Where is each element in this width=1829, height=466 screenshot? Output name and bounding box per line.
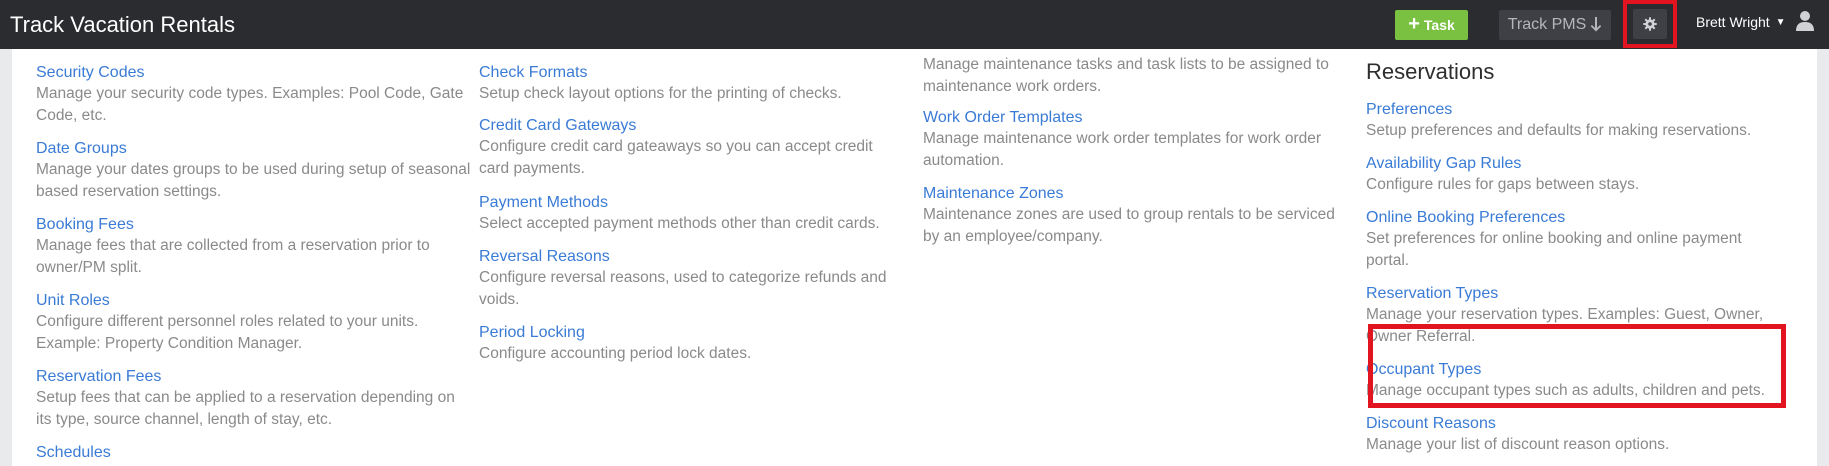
settings-highlight[interactable] [1623,0,1677,48]
plus-icon: + [1408,13,1420,35]
check-formats-link[interactable]: Check Formats [479,64,899,82]
top-navbar: Track Vacation Rentals + Task Track PMS [0,0,1829,49]
credit-card-gateways-desc: Configure credit card gateaways so you c… [479,138,873,177]
settings-item: Date Groups Manage your dates groups to … [36,140,476,203]
settings-button[interactable] [1633,9,1667,39]
maintenance-zones-link[interactable]: Maintenance Zones [923,185,1343,203]
unit-roles-desc: Configure different personnel roles rela… [36,313,419,352]
settings-item: Reversal Reasons Configure reversal reas… [479,248,899,311]
online-booking-preferences-desc: Set preferences for online booking and o… [1366,230,1742,269]
settings-item: Manage maintenance tasks and task lists … [923,53,1343,98]
security-codes-link[interactable]: Security Codes [36,64,476,82]
settings-item: Period Locking Configure accounting peri… [479,324,899,365]
settings-item: Reservation Fees Setup fees that can be … [36,368,466,431]
settings-item: Payment Methods Select accepted payment … [479,194,899,235]
settings-item: Online Booking Preferences Set preferenc… [1366,209,1776,272]
settings-panel: Security Codes Manage your security code… [12,49,1817,466]
availability-gap-rules-link[interactable]: Availability Gap Rules [1366,155,1786,173]
add-task-button[interactable]: + Task [1395,10,1468,40]
settings-item: Discount Reasons Manage your list of dis… [1366,415,1786,456]
settings-item: Booking Fees Manage fees that are collec… [36,216,456,279]
payment-methods-link[interactable]: Payment Methods [479,194,899,212]
user-menu[interactable]: Brett Wright ▼ [1696,14,1786,30]
maintenance-zones-desc: Maintenance zones are used to group rent… [923,206,1335,245]
work-order-templates-desc: Manage maintenance work order templates … [923,130,1322,169]
track-pms-button[interactable]: Track PMS [1499,10,1611,40]
period-locking-desc: Configure accounting period lock dates. [479,345,752,362]
settings-item: Availability Gap Rules Configure rules f… [1366,155,1786,196]
date-groups-desc: Manage your dates groups to be used duri… [36,161,471,200]
reservation-fees-desc: Setup fees that can be applied to a rese… [36,389,455,428]
date-groups-link[interactable]: Date Groups [36,140,476,158]
gear-icon [1643,17,1657,31]
caret-down-icon: ▼ [1775,16,1786,28]
period-locking-link[interactable]: Period Locking [479,324,899,342]
preferences-link[interactable]: Preferences [1366,101,1786,119]
settings-item: Work Order Templates Manage maintenance … [923,109,1343,172]
check-formats-desc: Setup check layout options for the print… [479,85,842,102]
booking-fees-desc: Manage fees that are collected from a re… [36,237,430,276]
unit-roles-link[interactable]: Unit Roles [36,292,456,310]
reservations-section-title: Reservations [1366,59,1495,84]
settings-item: Check Formats Setup check layout options… [479,64,899,105]
schedules-link[interactable]: Schedules [36,444,456,462]
user-name: Brett Wright [1696,14,1770,30]
discount-reasons-link[interactable]: Discount Reasons [1366,415,1786,433]
work-order-templates-link[interactable]: Work Order Templates [923,109,1343,127]
download-arrow-icon [1591,17,1602,32]
task-button-label: Task [1423,17,1455,33]
preferences-desc: Setup preferences and defaults for makin… [1366,122,1752,139]
payment-methods-desc: Select accepted payment methods other th… [479,215,880,232]
discount-reasons-desc: Manage your list of discount reason opti… [1366,436,1670,453]
reversal-reasons-desc: Configure reversal reasons, used to cate… [479,269,887,308]
reservation-types-link[interactable]: Reservation Types [1366,285,1776,303]
settings-item: Credit Card Gateways Configure credit ca… [479,117,899,180]
settings-item: Unit Roles Configure different personnel… [36,292,456,355]
settings-item: Security Codes Manage your security code… [36,64,476,127]
availability-gap-rules-desc: Configure rules for gaps between stays. [1366,176,1640,193]
settings-item: Schedules [36,444,456,462]
settings-item: Preferences Setup preferences and defaul… [1366,101,1786,142]
security-codes-desc: Manage your security code types. Example… [36,85,464,124]
settings-item: Maintenance Zones Maintenance zones are … [923,185,1343,248]
online-booking-preferences-link[interactable]: Online Booking Preferences [1366,209,1776,227]
reservation-fees-link[interactable]: Reservation Fees [36,368,466,386]
booking-fees-link[interactable]: Booking Fees [36,216,456,234]
track-pms-label: Track PMS [1507,16,1587,33]
reservation-types-highlight [1368,324,1786,408]
reversal-reasons-link[interactable]: Reversal Reasons [479,248,899,266]
user-icon[interactable] [1795,10,1815,32]
app-title[interactable]: Track Vacation Rentals [10,12,235,38]
credit-card-gateways-link[interactable]: Credit Card Gateways [479,117,899,135]
maintenance-tasks-desc: Manage maintenance tasks and task lists … [923,56,1329,95]
